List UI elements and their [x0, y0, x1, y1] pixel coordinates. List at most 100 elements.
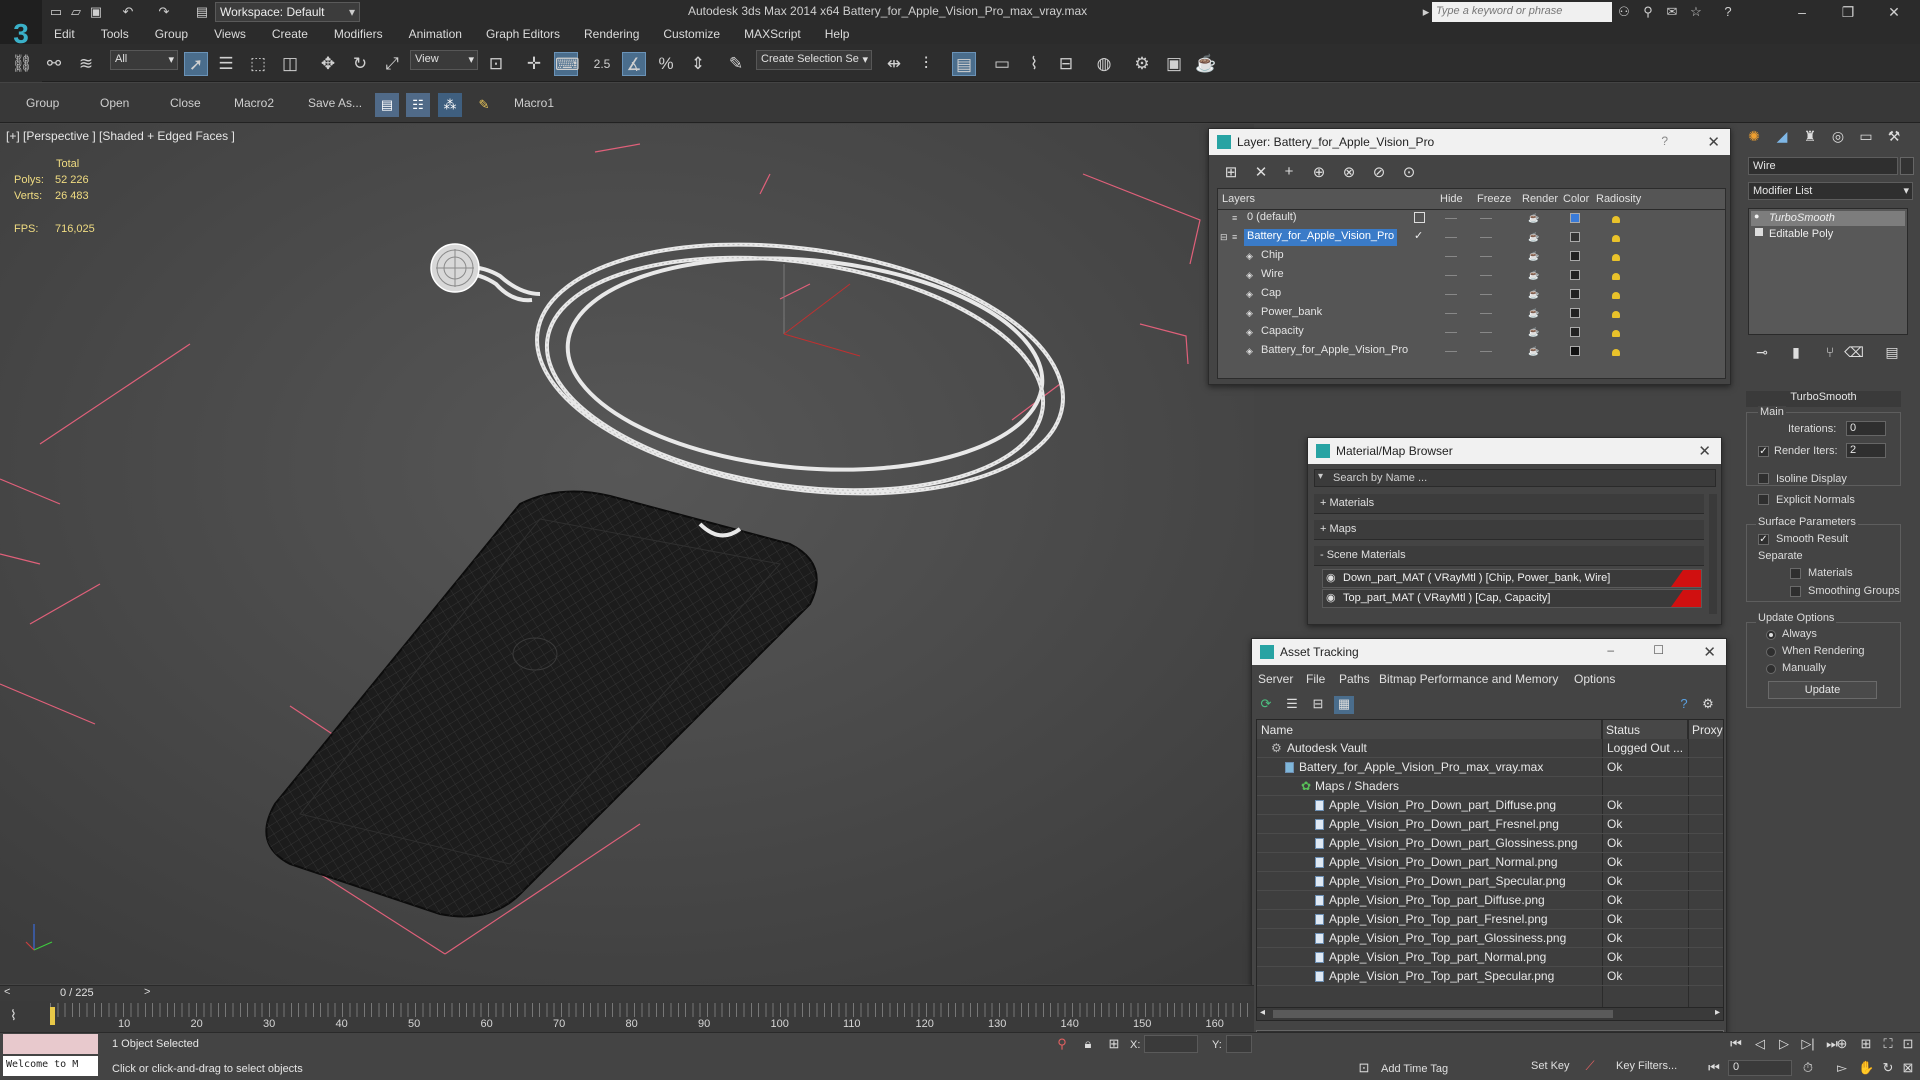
macro1-button[interactable]: Macro1 — [514, 96, 554, 110]
layer-row-name[interactable]: Cap — [1258, 286, 1284, 303]
col-freeze[interactable]: Freeze — [1477, 189, 1511, 209]
asset-row[interactable]: ⚙ Autodesk Vault Logged Out ... — [1257, 739, 1723, 758]
render-teapot-icon[interactable]: ☕ — [1528, 327, 1539, 337]
table-view-icon[interactable]: ⊟ — [1308, 696, 1328, 714]
maps-section[interactable]: + Maps — [1314, 520, 1704, 540]
asset-row[interactable]: Apple_Vision_Pro_Down_part_Normal.png Ok — [1257, 853, 1723, 872]
set-key-button[interactable]: Set Key — [1531, 1060, 1570, 1072]
freeze-all-layers-icon[interactable]: ⊙ — [1399, 163, 1419, 183]
update-button[interactable]: Update — [1768, 681, 1877, 699]
asset-row[interactable]: Apple_Vision_Pro_Down_part_Specular.png O… — [1257, 872, 1723, 891]
object-name-field[interactable]: Wire — [1748, 157, 1898, 175]
next-frame-icon[interactable]: ▷| — [1800, 1036, 1816, 1052]
render-iters-spinner[interactable]: 2 — [1846, 443, 1886, 458]
turbosmooth-rollout-title[interactable]: TurboSmooth — [1746, 391, 1901, 407]
layer-color-swatch[interactable] — [1570, 289, 1580, 299]
motion-tab-icon[interactable]: ◎ — [1828, 128, 1848, 148]
modifier-list-dropdown[interactable]: Modifier List — [1748, 182, 1913, 200]
materials-section[interactable]: + Materials — [1314, 494, 1704, 514]
curve-editor-icon[interactable]: ⌇ — [1022, 52, 1046, 76]
particle-view-icon[interactable]: ⁂ — [438, 93, 462, 117]
smooth-result-checkbox[interactable]: ✓ — [1758, 534, 1769, 545]
asset-row[interactable]: Apple_Vision_Pro_Down_part_Diffuse.png Ok — [1257, 796, 1723, 815]
render-iters-checkbox[interactable]: ✓ — [1758, 446, 1769, 457]
menu-graph-editors[interactable]: Graph Editors — [486, 24, 560, 44]
render-teapot-icon[interactable]: ☕ — [1528, 213, 1539, 223]
select-layer-objects-icon[interactable]: ⊕ — [1309, 163, 1329, 183]
modifier-bulb-icon[interactable]: ● — [1754, 211, 1759, 221]
radiosity-bulb-icon[interactable] — [1610, 249, 1622, 263]
subscription-icon[interactable]: ⚲ — [1640, 4, 1656, 20]
redo-icon[interactable]: ↷ — [156, 4, 172, 20]
material-row[interactable]: ◉ Top_part_MAT ( VRayMtl ) [Cap, Capacit… — [1322, 589, 1702, 608]
percent-snap-icon[interactable]: % — [654, 52, 678, 76]
layer-color-swatch[interactable] — [1570, 270, 1580, 280]
unlink-icon[interactable]: ⚯ — [42, 52, 66, 76]
keyboard-shortcut-icon[interactable]: ⌨ — [554, 52, 580, 76]
favorites-star-icon[interactable]: ☆ — [1688, 4, 1704, 20]
zoom-extents-icon[interactable]: ⛶ — [1880, 1036, 1896, 1052]
mirror-icon[interactable]: ⇹ — [882, 52, 906, 76]
layer-dialog-titlebar[interactable]: Layer: Battery_for_Apple_Vision_Pro ? ✕ — [1209, 129, 1730, 155]
layer-color-swatch[interactable] — [1570, 251, 1580, 261]
x-coord-field[interactable] — [1144, 1035, 1198, 1053]
remove-modifier-icon[interactable]: ⌫ — [1844, 344, 1864, 364]
menu-views[interactable]: Views — [214, 24, 246, 44]
show-end-result-icon[interactable]: ▮ — [1786, 344, 1806, 364]
scroll-thumb[interactable] — [1273, 1010, 1613, 1018]
separate-materials-checkbox[interactable] — [1790, 568, 1801, 579]
menu-tools[interactable]: Tools — [101, 24, 129, 44]
asset-row[interactable]: Apple_Vision_Pro_Down_part_Fresnel.png Ok — [1257, 815, 1723, 834]
hide-toggle[interactable] — [1445, 332, 1457, 333]
asset-row[interactable]: Apple_Vision_Pro_Top_part_Diffuse.png Ok — [1257, 891, 1723, 910]
render-teapot-icon[interactable]: ☕ — [1528, 308, 1539, 318]
move-icon[interactable]: ✥ — [316, 52, 340, 76]
configure-sets-icon[interactable]: ▤ — [1882, 344, 1902, 364]
rectangular-region-icon[interactable]: ⬚ — [246, 52, 270, 76]
orbit-icon[interactable]: ↻ — [1880, 1060, 1896, 1076]
scroll-right-icon[interactable]: ▸ — [1715, 1007, 1720, 1018]
material-search-input[interactable]: Search by Name ... — [1314, 469, 1716, 487]
time-next-icon[interactable]: > — [144, 986, 150, 998]
col-status[interactable]: Status — [1602, 720, 1688, 739]
hide-toggle[interactable] — [1445, 237, 1457, 238]
schematic-view-icon[interactable]: ⊟ — [1054, 52, 1078, 76]
scene-materials-section[interactable]: - Scene Materials — [1314, 546, 1704, 566]
window-crossing-icon[interactable]: ◫ — [278, 52, 302, 76]
list-view-icon[interactable]: ☰ — [1282, 696, 1302, 714]
close-icon[interactable]: ✕ — [1880, 2, 1908, 22]
asset-row[interactable]: Apple_Vision_Pro_Top_part_Fresnel.png Ok — [1257, 910, 1723, 929]
select-by-name-icon[interactable]: ☰ — [214, 52, 238, 76]
col-name[interactable]: Name — [1257, 720, 1602, 739]
zoom-all-icon[interactable]: ⊞ — [1858, 1036, 1874, 1052]
hide-toggle[interactable] — [1445, 294, 1457, 295]
layer-row[interactable]: ◈ Battery_for_Apple_Vision_Pro ☕ — [1218, 342, 1725, 361]
hide-toggle[interactable] — [1445, 313, 1457, 314]
asset-menu-server[interactable]: Server — [1258, 672, 1293, 686]
radiosity-bulb-icon[interactable] — [1610, 344, 1622, 358]
save-as-button[interactable]: Save As... — [308, 96, 362, 110]
snap-toggle-icon[interactable]: 2.5 — [590, 52, 614, 76]
scale-icon[interactable]: ⤢ — [380, 52, 404, 76]
pan-view-icon[interactable]: ✋ — [1858, 1060, 1874, 1076]
bind-space-warp-icon[interactable]: ≋ — [74, 52, 98, 76]
asset-close-icon[interactable]: ✕ — [1703, 643, 1716, 661]
edit-named-selection-icon[interactable]: ✎ — [724, 52, 748, 76]
material-editor-icon[interactable]: ◍ — [1092, 52, 1116, 76]
col-radiosity[interactable]: Radiosity — [1596, 189, 1641, 209]
asset-tracking-titlebar[interactable]: Asset Tracking – ☐ ✕ — [1252, 639, 1726, 665]
angle-snap-icon[interactable]: ∡ — [622, 52, 646, 76]
radiosity-bulb-icon[interactable] — [1610, 306, 1622, 320]
key-mode-toggle-icon[interactable]: ⏮ — [1706, 1060, 1722, 1076]
col-render[interactable]: Render — [1522, 189, 1558, 209]
render-teapot-icon[interactable]: ☕ — [1528, 251, 1539, 261]
layer-color-swatch[interactable] — [1570, 346, 1580, 356]
asset-help-icon[interactable]: ? — [1674, 696, 1694, 714]
reference-coordinate-dropdown[interactable]: View — [410, 50, 478, 70]
material-scrollbar[interactable] — [1709, 494, 1717, 614]
modifier-editable-poly[interactable]: Editable Poly — [1751, 227, 1905, 242]
col-layers[interactable]: Layers — [1222, 189, 1255, 209]
col-proxy[interactable]: Proxy — [1688, 720, 1723, 739]
layer-row[interactable]: ≡ 0 (default) ☕ — [1218, 209, 1725, 228]
hide-toggle[interactable] — [1445, 351, 1457, 352]
